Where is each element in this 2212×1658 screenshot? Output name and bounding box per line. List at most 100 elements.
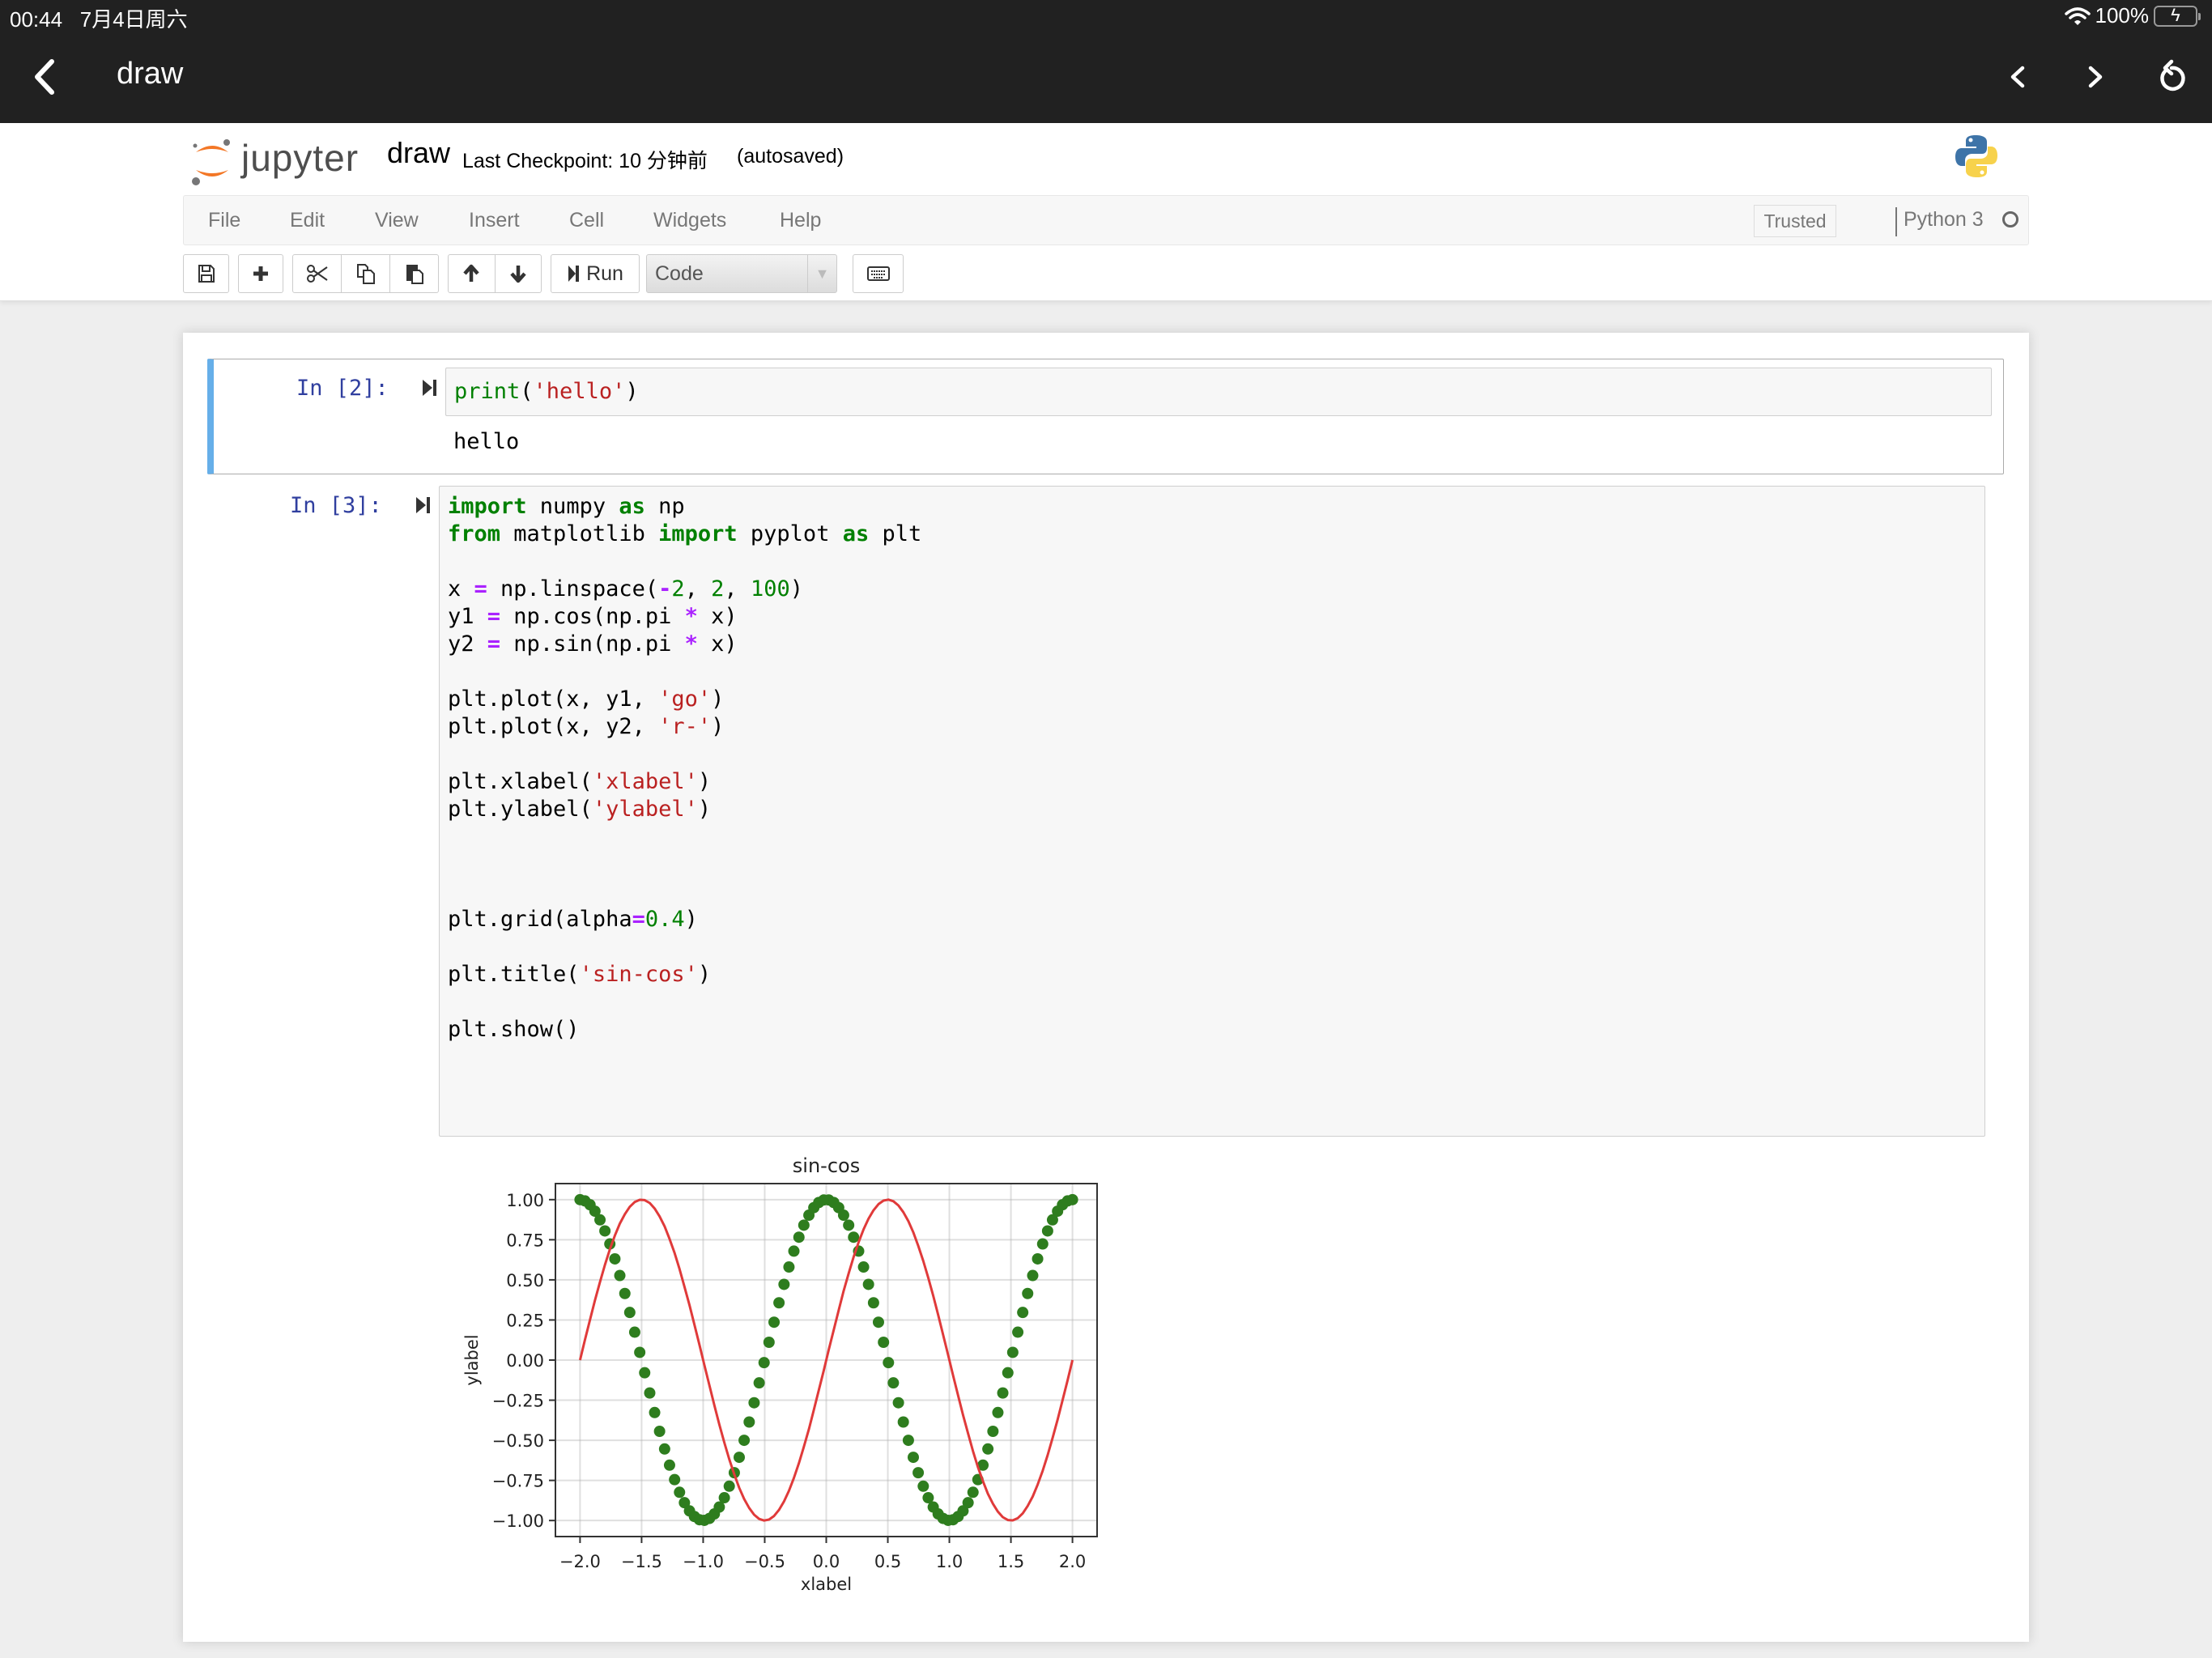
cos-data-point xyxy=(653,1425,666,1437)
x-axis-label: xlabel xyxy=(801,1575,852,1594)
cos-data-point xyxy=(734,1452,746,1464)
chart-title: sin-cos xyxy=(793,1154,860,1177)
code-input[interactable]: print('hello') xyxy=(445,368,1992,416)
cos-data-point xyxy=(917,1480,929,1492)
reload-icon[interactable] xyxy=(2154,57,2189,97)
cos-data-point xyxy=(857,1261,870,1273)
y-axis-label: ylabel xyxy=(462,1334,482,1385)
menu-insert[interactable]: Insert xyxy=(469,209,520,232)
menubar: File Edit View Insert Cell Widgets Help … xyxy=(183,195,2029,245)
save-button[interactable] xyxy=(183,254,229,293)
run-cell-icon[interactable] xyxy=(421,377,439,398)
jupyter-logo[interactable]: jupyter xyxy=(191,134,361,188)
menu-cell[interactable]: Cell xyxy=(569,209,604,232)
cos-data-point xyxy=(902,1435,914,1447)
y-tick-label: −1.00 xyxy=(492,1511,544,1531)
cos-data-point xyxy=(1006,1346,1019,1358)
move-down-button[interactable] xyxy=(496,255,542,292)
y-tick-label: −0.25 xyxy=(492,1392,544,1411)
menu-edit[interactable]: Edit xyxy=(290,209,325,232)
x-tick-label: 0.5 xyxy=(874,1552,901,1571)
move-up-button[interactable] xyxy=(449,255,496,292)
x-tick-label: 1.0 xyxy=(936,1552,963,1571)
run-cell-icon[interactable] xyxy=(415,495,432,516)
cos-data-point xyxy=(992,1406,1004,1418)
command-palette-button[interactable] xyxy=(853,254,904,293)
cos-data-point xyxy=(848,1231,860,1244)
cos-data-point xyxy=(623,1307,636,1319)
cos-data-point xyxy=(967,1486,979,1499)
cos-data-point xyxy=(982,1443,994,1455)
status-indicators: 100% ϟ xyxy=(2064,3,2201,28)
cos-data-point xyxy=(798,1219,810,1231)
paste-icon xyxy=(406,265,423,284)
step-forward-icon xyxy=(568,266,580,282)
x-tick-label: −2.0 xyxy=(559,1552,601,1571)
code-line: y2 = np.sin(np.pi * x) xyxy=(448,631,738,657)
menu-file[interactable]: File xyxy=(208,209,240,232)
paste-button[interactable] xyxy=(390,255,438,292)
notebook-name[interactable]: draw xyxy=(387,136,450,170)
cos-data-point xyxy=(594,1214,606,1226)
code-line: print('hello') xyxy=(454,379,639,404)
insert-cell-button[interactable] xyxy=(238,254,283,293)
menu-help[interactable]: Help xyxy=(780,209,821,232)
cos-data-point xyxy=(1041,1225,1053,1237)
x-tick-label: 1.5 xyxy=(998,1552,1024,1571)
cos-data-point xyxy=(912,1467,925,1479)
cos-data-point xyxy=(892,1397,904,1409)
y-tick-label: −0.50 xyxy=(492,1431,544,1451)
battery-charging-icon: ϟ xyxy=(2154,5,2201,27)
cos-data-point xyxy=(669,1473,681,1486)
back-icon[interactable] xyxy=(29,57,62,97)
cos-data-point xyxy=(1027,1269,1039,1282)
cos-data-point xyxy=(907,1452,919,1464)
previous-icon[interactable] xyxy=(2000,57,2035,97)
trusted-badge[interactable]: Trusted xyxy=(1754,205,1836,237)
code-input[interactable]: import numpy as np from matplotlib impor… xyxy=(439,486,1985,1137)
next-icon[interactable] xyxy=(2078,57,2113,97)
chart-output: −2.0 −1.5 −1.0 −0.5 0.0 0.5 1.0 1.5 2.0 1.00 0.75 0… xyxy=(462,1154,1098,1594)
code-cell-1[interactable]: In [2]: print('hello') hello xyxy=(207,359,2004,474)
cos-data-point xyxy=(758,1357,770,1369)
wifi-icon xyxy=(2064,6,2091,25)
x-tick-label: −1.5 xyxy=(621,1552,662,1571)
plus-icon xyxy=(253,266,268,281)
cos-data-point xyxy=(1066,1193,1078,1205)
cos-data-point xyxy=(753,1377,765,1389)
cell-prompt: In [3]: xyxy=(290,493,382,518)
cos-data-point xyxy=(997,1387,1009,1399)
battery-percent: 100% xyxy=(2095,3,2150,28)
last-checkpoint: Last Checkpoint: 10 分钟前 xyxy=(462,150,708,172)
run-button[interactable]: Run xyxy=(551,254,640,293)
y-tick-label: 1.00 xyxy=(506,1191,544,1210)
cos-data-point xyxy=(763,1337,775,1349)
cut-icon xyxy=(306,265,328,283)
cos-data-point xyxy=(1017,1307,1029,1319)
cos-data-point xyxy=(793,1231,805,1244)
cell-type-select[interactable]: Code ▼ xyxy=(646,254,837,293)
code-line: plt.plot(x, y2, 'r-') xyxy=(448,714,725,739)
cos-data-point xyxy=(614,1269,626,1282)
code-line: plt.grid(alpha=0.4) xyxy=(448,907,698,932)
kernel-name[interactable]: Python 3 xyxy=(1904,208,1984,232)
cos-data-point xyxy=(897,1416,909,1428)
cut-button[interactable] xyxy=(293,255,342,292)
menu-view[interactable]: View xyxy=(375,209,419,232)
cos-data-point xyxy=(1032,1252,1044,1265)
cos-data-point xyxy=(987,1425,999,1437)
cos-data-point xyxy=(1012,1326,1024,1338)
status-date: 7月4日周六 xyxy=(79,7,188,32)
cos-data-point xyxy=(883,1357,895,1369)
menu-widgets[interactable]: Widgets xyxy=(653,209,726,232)
code-line: plt.plot(x, y1, 'go') xyxy=(448,687,725,712)
cos-data-point xyxy=(1002,1367,1014,1379)
code-line: from matplotlib import pyplot as plt xyxy=(448,521,922,546)
copy-button[interactable] xyxy=(342,255,390,292)
y-tick-label: 0.25 xyxy=(506,1311,544,1330)
code-line: y1 = np.cos(np.pi * x) xyxy=(448,604,738,629)
